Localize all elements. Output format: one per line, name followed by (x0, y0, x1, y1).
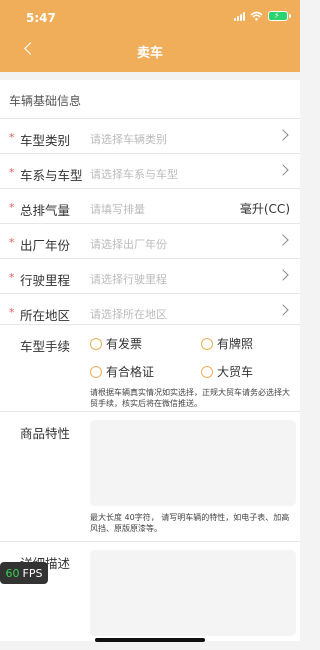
displacement-input[interactable]: 请填写排量 (90, 201, 145, 217)
procedures-hint: 请根据车辆真实情况如实选择，正规大贸车请务必选择大贸手续，核实后将在微信推送。 (90, 388, 290, 408)
chevron-right-icon (277, 304, 289, 316)
app-header: 5:47 ⚡ 卖车 (0, 0, 300, 72)
section-title: 车辆基础信息 (9, 94, 82, 108)
category-select[interactable]: 请选择车辆类别 (90, 131, 167, 147)
row-series-model[interactable]: * 车系与车型 请选择车系与车型 (0, 153, 300, 188)
required-mark: * (9, 271, 15, 284)
required-mark: * (9, 236, 15, 249)
chevron-right-icon (277, 164, 289, 176)
fps-value: 60 (5, 566, 20, 580)
chevron-right-icon (277, 129, 289, 141)
section-header: 车辆基础信息 (0, 80, 300, 118)
option-invoice[interactable]: 有发票 (90, 335, 142, 352)
option-certificate[interactable]: 有合格证 (90, 363, 154, 380)
option-label: 大贸车 (217, 365, 254, 379)
radio-icon[interactable] (201, 365, 213, 378)
row-mileage[interactable]: * 行驶里程 请选择行驶里程 (0, 258, 300, 293)
required-mark: * (9, 166, 15, 179)
year-select[interactable]: 请选择出厂年份 (90, 236, 167, 252)
required-mark: * (9, 131, 15, 144)
radio-icon[interactable] (90, 365, 102, 378)
features-label: 商品特性 (20, 426, 71, 441)
chevron-right-icon (277, 269, 289, 281)
features-textarea[interactable] (90, 420, 296, 506)
mileage-select[interactable]: 请选择行驶里程 (90, 271, 167, 287)
features-hint: 最大长度 40字符， 请写明车辆的特性，如电子表、加高风挡、原版原漆等。 (90, 513, 290, 533)
row-label: 所在地区 (20, 308, 71, 323)
row-region[interactable]: * 所在地区 请选择所在地区 (0, 293, 300, 328)
required-mark: * (9, 306, 15, 319)
option-label: 有牌照 (217, 337, 254, 351)
row-year[interactable]: * 出厂年份 请选择出厂年份 (0, 223, 300, 258)
option-import-car[interactable]: 大贸车 (201, 363, 253, 380)
option-label: 有发票 (106, 337, 143, 351)
signal-icon (234, 11, 245, 21)
row-label: 车型类别 (20, 133, 71, 148)
fps-unit: FPS (22, 566, 43, 580)
page-title: 卖车 (136, 46, 163, 61)
row-label: 行驶里程 (20, 273, 71, 288)
sell-car-form: 车辆基础信息 * 车型类别 请选择车辆类别 * 车系与车型 请选择车系与车型 *… (0, 72, 300, 650)
procedures-section: 车型手续 有发票 有牌照 有合格证 大贸车 请根据车辆真实情况如实选择，正规大贸… (0, 324, 300, 411)
status-icons: ⚡ (234, 11, 291, 21)
features-section: 商品特性 最大长度 40字符， 请写明车辆的特性，如电子表、加高风挡、原版原漆等… (0, 411, 300, 541)
wifi-icon (250, 11, 263, 21)
required-mark: * (9, 201, 15, 214)
detail-textarea[interactable] (90, 550, 296, 636)
row-label: 总排气量 (20, 203, 71, 218)
row-car-category[interactable]: * 车型类别 请选择车辆类别 (0, 118, 300, 153)
displacement-unit: 毫升(CC) (239, 202, 290, 216)
fps-badge: 60 FPS (0, 562, 48, 584)
battery-icon: ⚡ (268, 11, 291, 21)
status-time: 5:47 (26, 11, 56, 25)
option-label: 有合格证 (106, 365, 155, 379)
detail-section: 详细描述 (0, 541, 300, 641)
series-model-select[interactable]: 请选择车系与车型 (90, 166, 178, 182)
radio-icon[interactable] (201, 337, 213, 350)
procedures-label: 车型手续 (20, 339, 71, 354)
row-displacement: * 总排气量 请填写排量 毫升(CC) (0, 188, 300, 223)
row-label: 车系与车型 (20, 168, 83, 183)
home-indicator[interactable] (95, 638, 205, 642)
row-label: 出厂年份 (20, 238, 71, 253)
region-select[interactable]: 请选择所在地区 (90, 306, 167, 322)
radio-icon[interactable] (90, 337, 102, 350)
chevron-right-icon (277, 234, 289, 246)
option-plate[interactable]: 有牌照 (201, 335, 253, 352)
